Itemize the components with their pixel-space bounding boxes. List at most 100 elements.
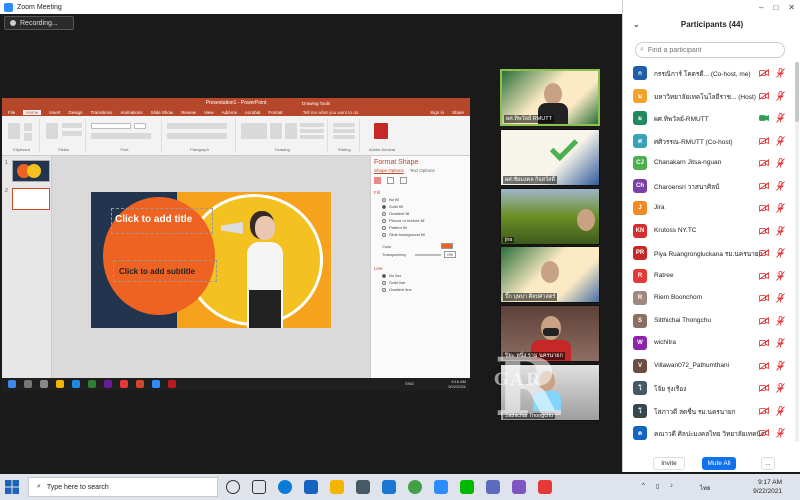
video-off-icon[interactable] xyxy=(759,361,769,370)
video-off-icon[interactable] xyxy=(759,339,769,347)
video-on-icon[interactable] xyxy=(759,114,769,122)
video-off-icon[interactable] xyxy=(759,271,769,280)
select-button[interactable] xyxy=(333,135,355,139)
video-off-icon[interactable] xyxy=(759,91,769,100)
mic-muted-icon[interactable] xyxy=(776,158,785,168)
zoom-icon[interactable] xyxy=(434,480,448,494)
task-view-icon[interactable] xyxy=(252,480,266,494)
layout-button[interactable] xyxy=(62,123,82,128)
line-option[interactable]: Solid line xyxy=(382,280,467,285)
ppt-tab[interactable]: Insert xyxy=(49,110,60,115)
video-off-icon[interactable] xyxy=(759,204,769,212)
ppt-tab[interactable]: Transitions xyxy=(91,110,113,115)
mic-muted-icon[interactable] xyxy=(776,68,785,78)
slide-subtitle-placeholder[interactable]: Click to add subtitle xyxy=(119,267,195,276)
participant-row[interactable]: ก กรรณิการ์ โคตรดี... (Co-host, me) xyxy=(623,62,793,84)
ppt-sign-in[interactable]: Sign in xyxy=(430,110,444,115)
minimize-icon[interactable]: – xyxy=(759,3,763,12)
chevron-down-icon[interactable]: ⌄ xyxy=(633,16,640,34)
mic-muted-icon[interactable] xyxy=(776,90,785,101)
ppt-tab[interactable]: Acrobat xyxy=(245,110,261,115)
mute-all-button[interactable]: Mute All xyxy=(702,457,736,470)
participant-row[interactable]: PR Piya Ruangrongluckana รม.นครนายก xyxy=(623,242,793,264)
color-picker[interactable] xyxy=(440,243,453,249)
ppt-tab-home[interactable]: Home xyxy=(23,109,42,115)
font-format-buttons[interactable] xyxy=(91,133,151,139)
size-properties-icon[interactable] xyxy=(400,177,407,184)
ppt-tab-format[interactable]: Format xyxy=(268,110,282,115)
ppt-tab[interactable]: Slide Show xyxy=(151,110,174,115)
ie-icon[interactable] xyxy=(304,480,318,494)
participant-row[interactable]: R Ratree xyxy=(623,265,793,287)
slide[interactable]: Click to add title Click to add subtitle xyxy=(91,192,331,328)
cortana-icon[interactable] xyxy=(226,480,240,494)
mail-icon[interactable] xyxy=(382,480,396,494)
video-off-icon[interactable] xyxy=(759,249,769,257)
windows-start-icon[interactable] xyxy=(4,479,20,495)
recording-indicator[interactable]: Recording... xyxy=(4,16,74,30)
shapes-gallery[interactable] xyxy=(241,123,267,139)
slide-thumbnail-2[interactable] xyxy=(12,188,50,210)
mic-muted-icon[interactable] xyxy=(776,225,785,236)
shape-fill-button[interactable] xyxy=(300,123,324,127)
arrange-icon[interactable] xyxy=(270,123,282,139)
participant-row[interactable]: R Riem Boonchom xyxy=(623,287,793,309)
participant-search[interactable]: ⌕ xyxy=(635,42,785,58)
participant-search-input[interactable] xyxy=(647,46,768,54)
participant-row[interactable]: V Villawan072_Pathumthani xyxy=(623,355,793,377)
fill-option[interactable]: Picture or texture fill xyxy=(382,218,467,223)
line-option[interactable]: Gradient line xyxy=(382,287,467,292)
create-pdf-icon[interactable] xyxy=(374,123,388,139)
mic-muted-icon[interactable] xyxy=(776,180,785,191)
mic-muted-icon[interactable] xyxy=(776,360,785,371)
font-size-select[interactable] xyxy=(134,123,146,129)
mic-muted-icon[interactable] xyxy=(776,135,785,146)
mic-muted-icon[interactable] xyxy=(776,428,785,438)
video-tile[interactable]: jira xyxy=(500,188,600,245)
paragraph-buttons[interactable] xyxy=(167,123,227,129)
line-section-header[interactable]: Line xyxy=(374,266,467,271)
ppt-tell-me[interactable]: Tell me what you want to do xyxy=(303,110,359,115)
mic-muted-icon[interactable] xyxy=(776,338,785,348)
participant-scrollbar[interactable] xyxy=(795,62,799,442)
taskbar-search[interactable]: ⌕ Type here to search xyxy=(28,477,218,497)
participant-row[interactable]: โ โสภาวดี สดชื่น รม.นครนายก xyxy=(623,400,793,422)
alignment-buttons[interactable] xyxy=(167,133,227,139)
chrome-icon[interactable] xyxy=(408,480,422,494)
ppt-tab[interactable]: Add-ins xyxy=(222,110,237,115)
taskbar-clock[interactable]: 9:17 AM 9/22/2021 xyxy=(753,478,782,496)
participant-row[interactable]: Wwichitra xyxy=(623,332,793,354)
shape-options-tab[interactable]: Shape Options xyxy=(374,168,404,173)
fill-option[interactable]: No fill xyxy=(382,197,467,202)
app-icon[interactable] xyxy=(512,480,526,494)
font-family-select[interactable] xyxy=(91,123,131,129)
paste-icon[interactable] xyxy=(8,123,20,139)
fill-option[interactable]: Gradient fill xyxy=(382,211,467,216)
participant-row[interactable]: ม มหาวิทยาลัยเทคโนโลยีราช... (Host) xyxy=(623,85,793,107)
participant-row[interactable]: KN Krutoss NY.TC xyxy=(623,220,793,242)
quick-styles-icon[interactable] xyxy=(285,123,297,139)
shape-outline-button[interactable] xyxy=(300,129,324,133)
reset-button[interactable] xyxy=(62,131,82,136)
ppt-tab[interactable]: Review xyxy=(181,110,196,115)
video-off-icon[interactable] xyxy=(759,136,769,145)
fill-option[interactable]: Solid fill xyxy=(382,204,467,209)
participant-row[interactable]: ผ ผศ.ทิพวัลย์-RMUTT xyxy=(623,107,793,129)
video-off-icon[interactable] xyxy=(759,406,769,415)
tray-up-arrow-icon[interactable]: ^ xyxy=(642,483,645,489)
video-off-icon[interactable] xyxy=(759,316,769,325)
ppt-tab[interactable]: View xyxy=(204,110,214,115)
ppt-tab[interactable]: File xyxy=(8,110,15,115)
ppt-tab[interactable]: Design xyxy=(69,110,83,115)
participant-row[interactable]: CJ Chanakarn Jitsa-nguan xyxy=(623,152,793,174)
mic-muted-icon[interactable] xyxy=(776,405,785,416)
find-button[interactable] xyxy=(333,123,355,127)
participant-row[interactable]: โ โจ้ย รุ่งเรือง xyxy=(623,377,793,399)
mic-muted-icon[interactable] xyxy=(776,383,785,393)
line-icon[interactable] xyxy=(460,480,474,494)
slide-title-placeholder[interactable]: Click to add title xyxy=(115,214,192,225)
app-icon[interactable] xyxy=(486,480,500,494)
transparency-slider[interactable] xyxy=(415,253,442,256)
participant-row[interactable]: S Sitthichai Thongchu xyxy=(623,310,793,332)
mic-muted-icon[interactable] xyxy=(776,293,785,303)
